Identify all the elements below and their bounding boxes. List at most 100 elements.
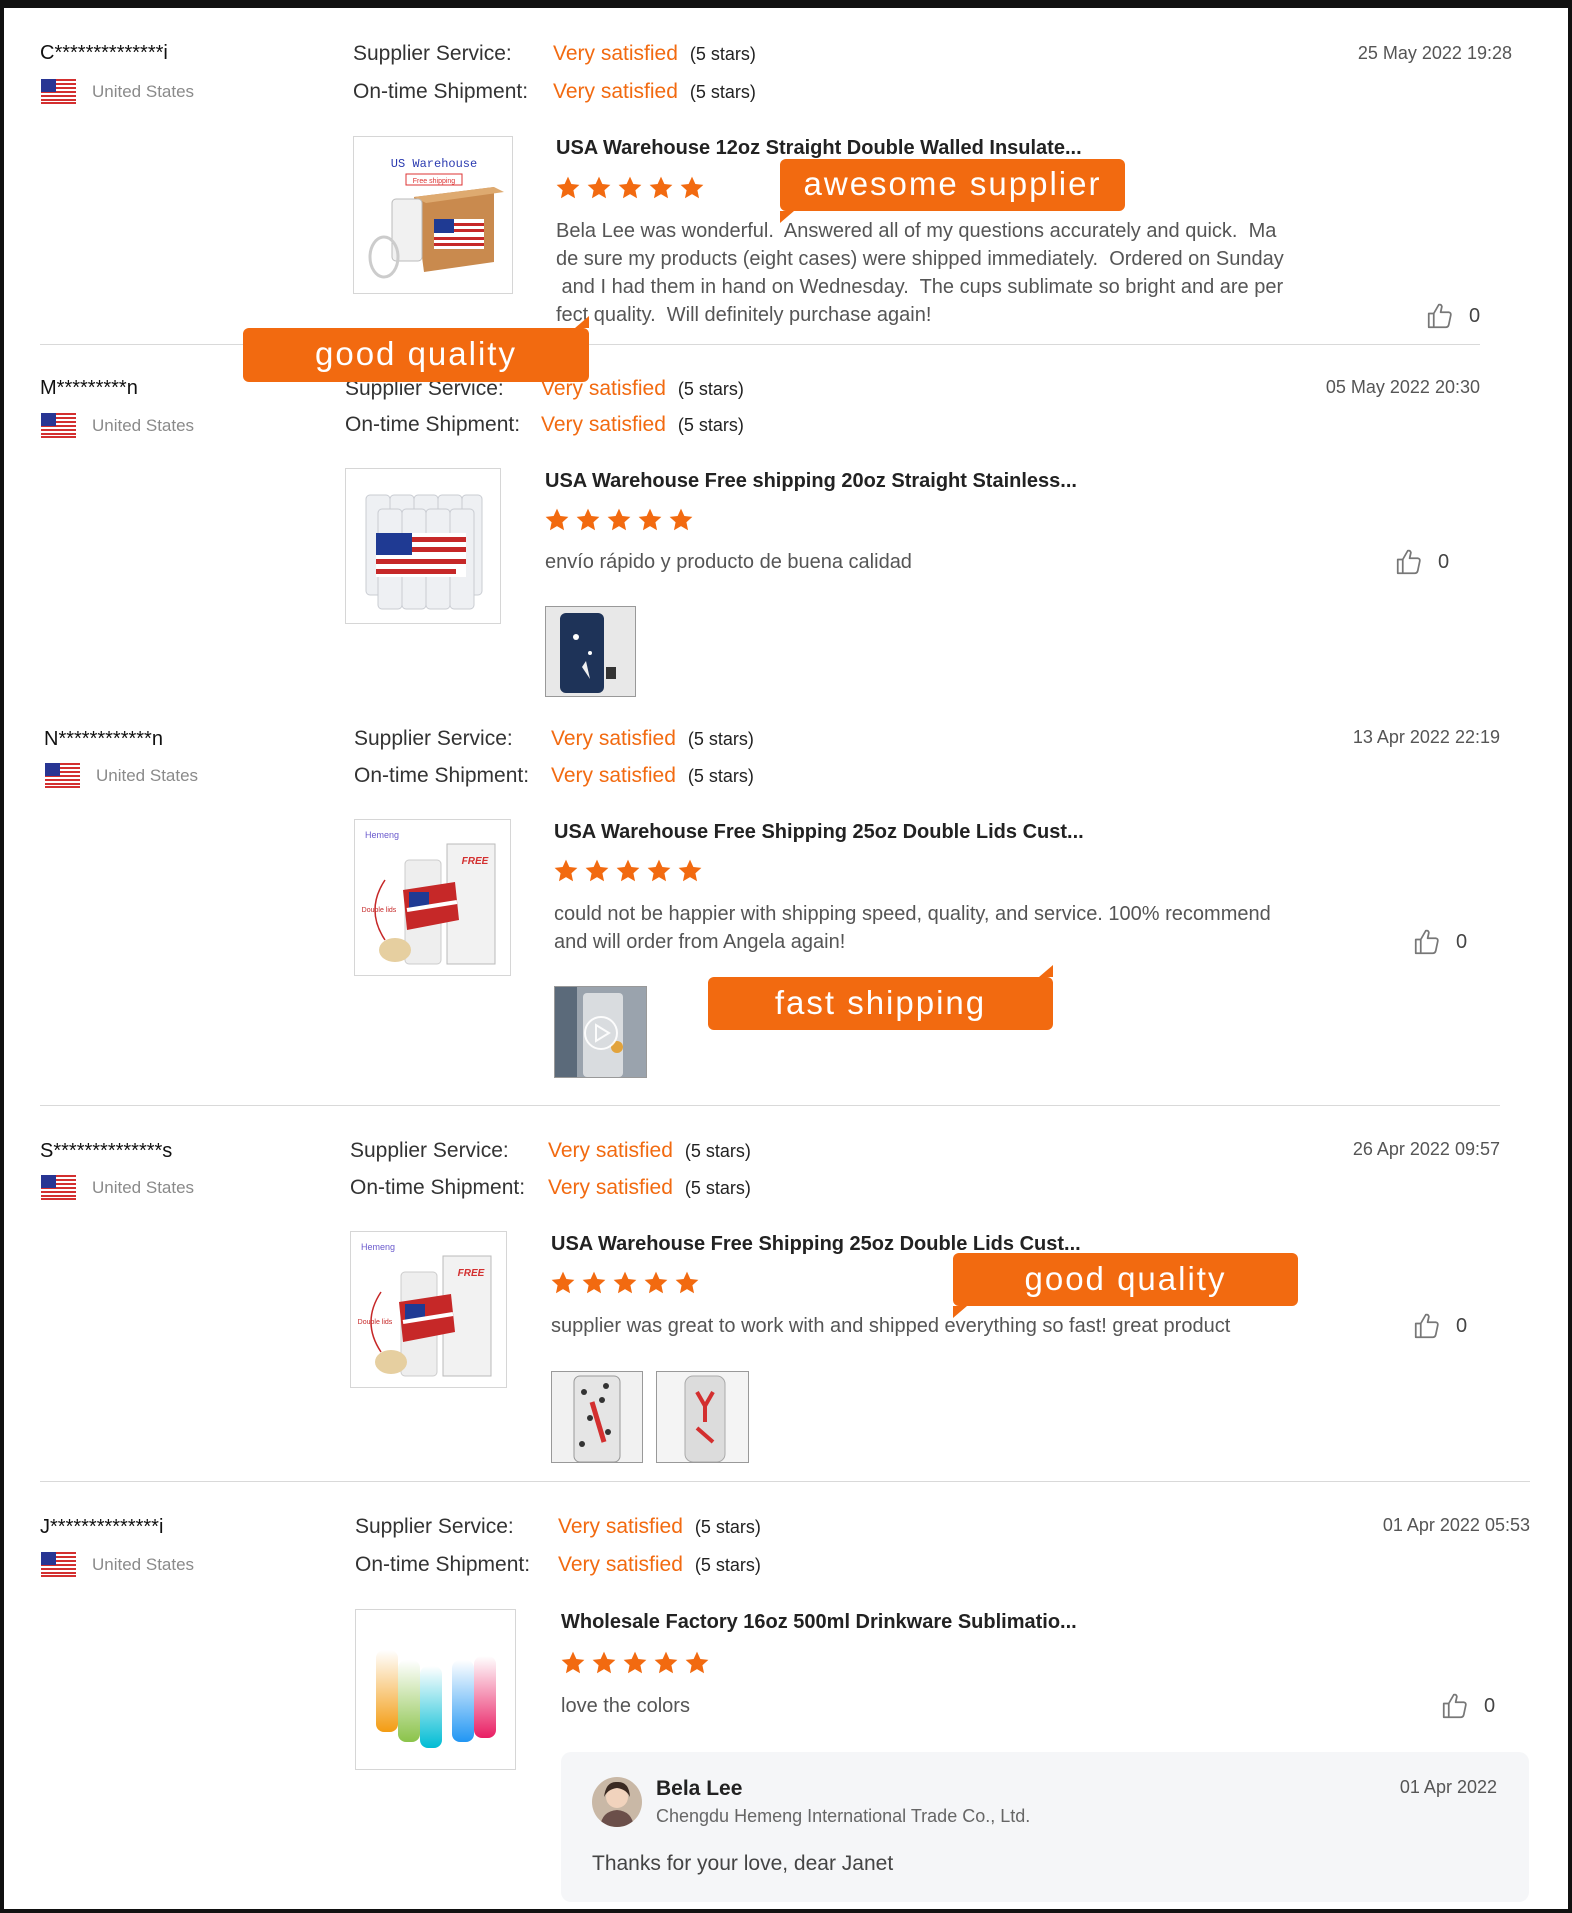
- star-icon: [622, 1650, 648, 1676]
- star-icon: [586, 175, 612, 201]
- ontime-shipment-label: On-time Shipment:: [345, 413, 521, 436]
- reviewer-name: S**************s: [40, 1140, 173, 1162]
- top-border: [4, 4, 1568, 8]
- us-flag-icon: [41, 1175, 76, 1200]
- star-icon: [637, 507, 663, 533]
- country-label: United States: [96, 765, 199, 785]
- ontime-shipment-rating: On-time Shipment: Very satisfied (5 star…: [355, 1553, 761, 1577]
- callout-good-quality: good quality: [243, 316, 589, 382]
- like-button[interactable]: 0: [1440, 1691, 1495, 1721]
- star-icon: [581, 1270, 607, 1296]
- product-image-badge: FREE: [458, 1268, 485, 1279]
- product-title[interactable]: USA Warehouse Free Shipping 25oz Double …: [554, 821, 1084, 844]
- product-thumbnail[interactable]: Hemeng FREE Double lids: [354, 819, 511, 976]
- reviewer-name: N************n: [44, 728, 163, 750]
- star-icon: [584, 858, 610, 884]
- review-text: love the colors: [561, 1692, 1361, 1720]
- like-button[interactable]: 0: [1412, 1311, 1467, 1341]
- supplier-service-stars: (5 stars): [689, 44, 756, 64]
- star-icon: [591, 1650, 617, 1676]
- reviewer-name: M*********n: [40, 377, 138, 399]
- product-title[interactable]: USA Warehouse Free shipping 20oz Straigh…: [545, 470, 1077, 493]
- supplier-service-stars: (5 stars): [677, 379, 744, 399]
- ontime-shipment-value: Very satisfied: [558, 1553, 683, 1576]
- product-image-caption: US Warehouse: [391, 157, 477, 171]
- star-icon: [643, 1270, 669, 1296]
- ontime-shipment-label: On-time Shipment:: [350, 1176, 526, 1199]
- ontime-shipment-rating: On-time Shipment: Very satisfied (5 star…: [354, 764, 754, 788]
- country-label: United States: [92, 1177, 195, 1197]
- avatar: [592, 1777, 642, 1827]
- star-icon: [677, 858, 703, 884]
- star-icon: [653, 1650, 679, 1676]
- product-image-badge: FREE: [462, 856, 489, 867]
- product-image-subcaption: Free shipping: [413, 178, 456, 185]
- reviewer-name: J**************i: [40, 1516, 164, 1538]
- ontime-shipment-rating: On-time Shipment: Very satisfied (5 star…: [350, 1176, 751, 1200]
- like-count: 0: [1484, 1694, 1496, 1717]
- like-button[interactable]: 0: [1394, 547, 1449, 577]
- product-thumbnail[interactable]: US Warehouse Free shipping: [353, 136, 513, 294]
- star-icon: [648, 175, 674, 201]
- star-icon: [615, 858, 641, 884]
- review-date: 25 May 2022 19:28: [1357, 43, 1512, 63]
- review-video[interactable]: [554, 986, 647, 1078]
- review-text: could not be happier with shipping speed…: [554, 900, 1374, 956]
- product-image-brand: Hemeng: [365, 830, 399, 840]
- like-button[interactable]: 0: [1412, 927, 1467, 957]
- product-thumbnail[interactable]: Hemeng FREE Double lids: [350, 1231, 507, 1388]
- reply-date: 01 Apr 2022: [1399, 1777, 1497, 1797]
- supplier-service-rating: Supplier Service: Very satisfied (5 star…: [350, 1139, 751, 1163]
- review-date: 05 May 2022 20:30: [1325, 377, 1480, 397]
- ontime-shipment-value: Very satisfied: [541, 413, 666, 436]
- review-text-line: love the colors: [561, 1695, 690, 1717]
- thumbs-up-icon: [1412, 927, 1442, 957]
- reply-text: Thanks for your love, dear Janet: [592, 1852, 894, 1875]
- review-text-line: fect quality. Will definitely purchase a…: [556, 304, 932, 326]
- supplier-service-label: Supplier Service:: [353, 42, 512, 65]
- supplier-service-label: Supplier Service:: [355, 1515, 514, 1538]
- review-photo[interactable]: [551, 1371, 643, 1463]
- ontime-shipment-value: Very satisfied: [548, 1176, 673, 1199]
- reply-author: Bela Lee: [656, 1777, 743, 1800]
- rating-stars: [555, 175, 705, 201]
- review-divider: [40, 1105, 1500, 1106]
- review-divider: [40, 1481, 1530, 1482]
- review-photo[interactable]: [656, 1371, 749, 1463]
- like-count: 0: [1469, 304, 1481, 327]
- star-icon: [612, 1270, 638, 1296]
- thumbs-up-icon: [1394, 547, 1424, 577]
- star-icon: [679, 175, 705, 201]
- ontime-shipment-label: On-time Shipment:: [353, 80, 529, 103]
- supplier-service-label: Supplier Service:: [354, 727, 513, 750]
- ontime-shipment-stars: (5 stars): [684, 1178, 751, 1198]
- star-icon: [617, 175, 643, 201]
- star-icon: [668, 507, 694, 533]
- star-icon: [606, 507, 632, 533]
- review-date: 26 Apr 2022 09:57: [1352, 1139, 1500, 1159]
- review-photo[interactable]: [545, 606, 636, 697]
- product-title[interactable]: Wholesale Factory 16oz 500ml Drinkware S…: [561, 1611, 1077, 1634]
- callout-text: fast shipping: [774, 984, 987, 1021]
- supplier-service-label: Supplier Service:: [350, 1139, 509, 1162]
- star-icon: [544, 507, 570, 533]
- country-label: United States: [92, 81, 195, 101]
- ontime-shipment-value: Very satisfied: [551, 764, 676, 787]
- review-date: 13 Apr 2022 22:19: [1352, 727, 1500, 747]
- callout-text: good quality: [1024, 1260, 1227, 1297]
- star-icon: [684, 1650, 710, 1676]
- star-icon: [560, 1650, 586, 1676]
- reviewer-country: United States: [41, 1552, 194, 1577]
- review-text-line: envío rápido y producto de buena calidad: [545, 551, 912, 573]
- product-thumbnail[interactable]: [355, 1609, 516, 1770]
- supplier-service-stars: (5 stars): [694, 1517, 761, 1537]
- ontime-shipment-stars: (5 stars): [677, 415, 744, 435]
- ontime-shipment-stars: (5 stars): [687, 766, 754, 786]
- review-text-line: could not be happier with shipping speed…: [554, 903, 1271, 925]
- product-thumbnail[interactable]: [345, 468, 501, 624]
- review-text-line: de sure my products (eight cases) were s…: [556, 248, 1284, 270]
- supplier-reply: Bela Lee Chengdu Hemeng International Tr…: [561, 1752, 1529, 1902]
- product-title[interactable]: USA Warehouse 12oz Straight Double Walle…: [556, 137, 1082, 160]
- ontime-shipment-label: On-time Shipment:: [354, 764, 530, 787]
- like-button[interactable]: 0: [1425, 301, 1480, 331]
